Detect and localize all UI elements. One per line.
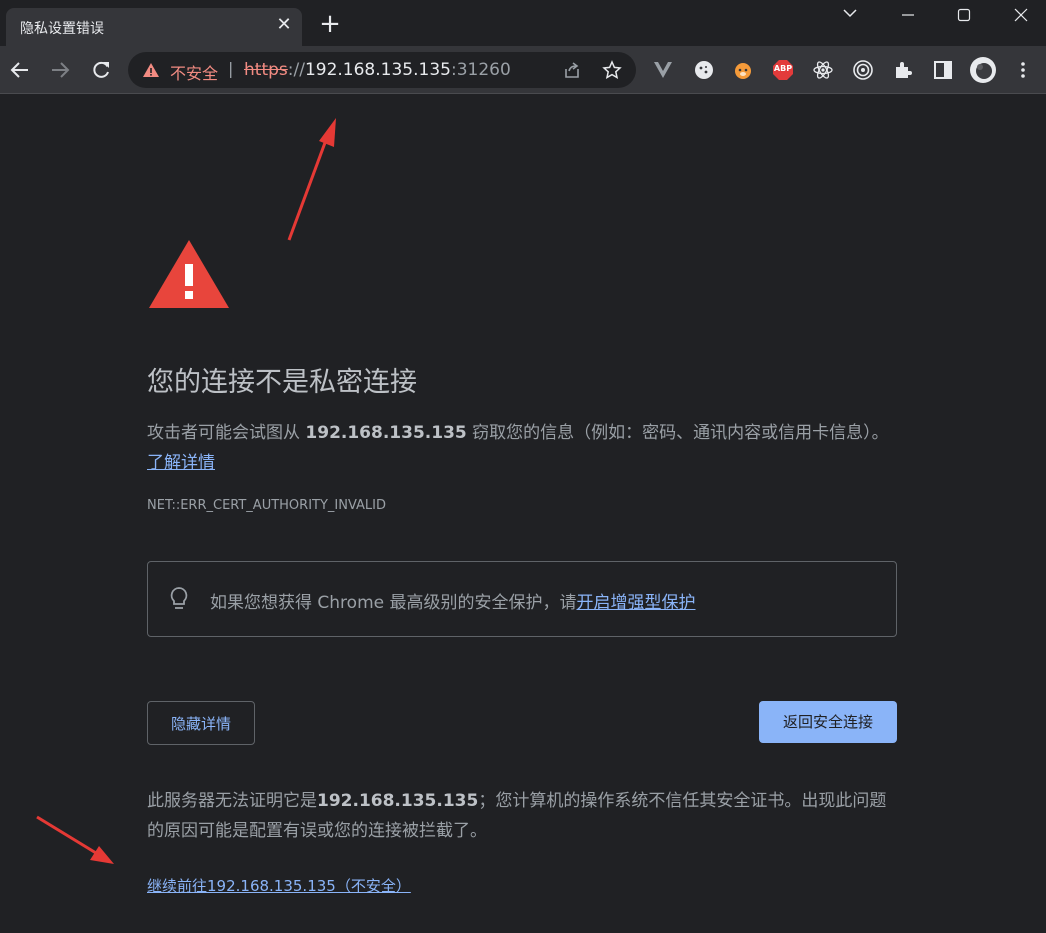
close-window-button[interactable] [999,2,1043,28]
enhanced-protection-text: 如果您想获得 Chrome 最高级别的安全保护，请开启增强型保护 [210,588,696,613]
warning-text-post: 窃取您的信息（例如：密码、通讯内容或信用卡信息）。 [466,423,889,443]
omnibox-separator: | [228,59,234,78]
adblock-plus-label: ABP [773,64,793,73]
warning-text-pre: 攻击者可能会试图从 [147,423,306,443]
enable-enhanced-protection-link[interactable]: 开启增强型保护 [577,593,696,613]
tab-active[interactable]: 隐私设置错误 ✕ [6,8,302,46]
enhanced-protection-label: 如果您想获得 Chrome 最高级别的安全保护，请 [210,593,577,613]
sidepanel-icon[interactable] [932,59,954,81]
minimize-button[interactable] [886,2,930,28]
insecure-label[interactable]: 不安全 [170,60,218,84]
tab-search-button[interactable] [828,2,872,28]
avatar[interactable] [970,57,996,83]
forward-button[interactable] [48,58,72,82]
reload-button[interactable] [89,58,113,82]
bookmark-star-icon[interactable] [602,60,622,80]
vue-devtools-icon[interactable] [652,59,674,81]
hide-details-button[interactable]: 隐藏详情 [147,701,255,745]
puzzle-extensions-icon[interactable] [892,59,914,81]
learn-more-link[interactable]: 了解详情 [147,453,215,473]
brave-lion-icon[interactable] [732,59,754,81]
details-description: 此服务器无法证明它是192.168.135.135；您计算机的操作系统不信任其安… [147,786,899,846]
url-text[interactable]: https://192.168.135.135:31260 [244,60,511,80]
tab-strip: 隐私设置错误 ✕ + [0,0,1046,46]
adblock-plus-icon[interactable]: ABP [772,59,794,81]
browser-toolbar: 不安全 | https://192.168.135.135:31260 ABP [0,46,1046,94]
warning-description: 攻击者可能会试图从 192.168.135.135 窃取您的信息（例如：密码、通… [147,418,897,478]
tab-close-button[interactable]: ✕ [274,16,294,36]
error-code: NET::ERR_CERT_AUTHORITY_INVALID [147,498,387,513]
warning-icon[interactable] [142,62,160,82]
url-host: 192.168.135.135 [304,60,451,80]
maximize-button[interactable] [942,2,986,28]
url-scheme: https [244,60,288,80]
warning-host: 192.168.135.135 [305,423,467,443]
annotation-arrow-to-url [287,118,336,241]
back-button[interactable] [8,58,32,82]
annotation-arrow-to-proceed-link [36,815,114,864]
details-text-pre: 此服务器无法证明它是 [147,791,317,811]
share-icon[interactable] [562,60,582,80]
page-title: 您的连接不是私密连接 [147,367,417,398]
warning-triangle-icon [147,238,231,314]
details-host: 192.168.135.135 [317,791,479,811]
url-scheme-separator: :// [287,60,305,80]
enhanced-protection-box: 如果您想获得 Chrome 最高级别的安全保护，请开启增强型保护 [147,561,897,637]
lightbulb-icon [168,586,190,616]
tab-title: 隐私设置错误 [20,21,104,37]
target-icon[interactable] [852,59,874,81]
react-devtools-icon[interactable] [812,59,834,81]
new-tab-button[interactable]: + [317,11,343,38]
kebab-menu-icon[interactable] [1012,59,1034,81]
proceed-unsafe-link[interactable]: 继续前往192.168.135.135（不安全） [147,875,411,896]
address-bar[interactable]: 不安全 | https://192.168.135.135:31260 [128,52,636,88]
cookie-icon[interactable] [693,59,715,81]
back-to-safety-button[interactable]: 返回安全连接 [759,701,897,743]
url-port: :31260 [450,60,511,80]
